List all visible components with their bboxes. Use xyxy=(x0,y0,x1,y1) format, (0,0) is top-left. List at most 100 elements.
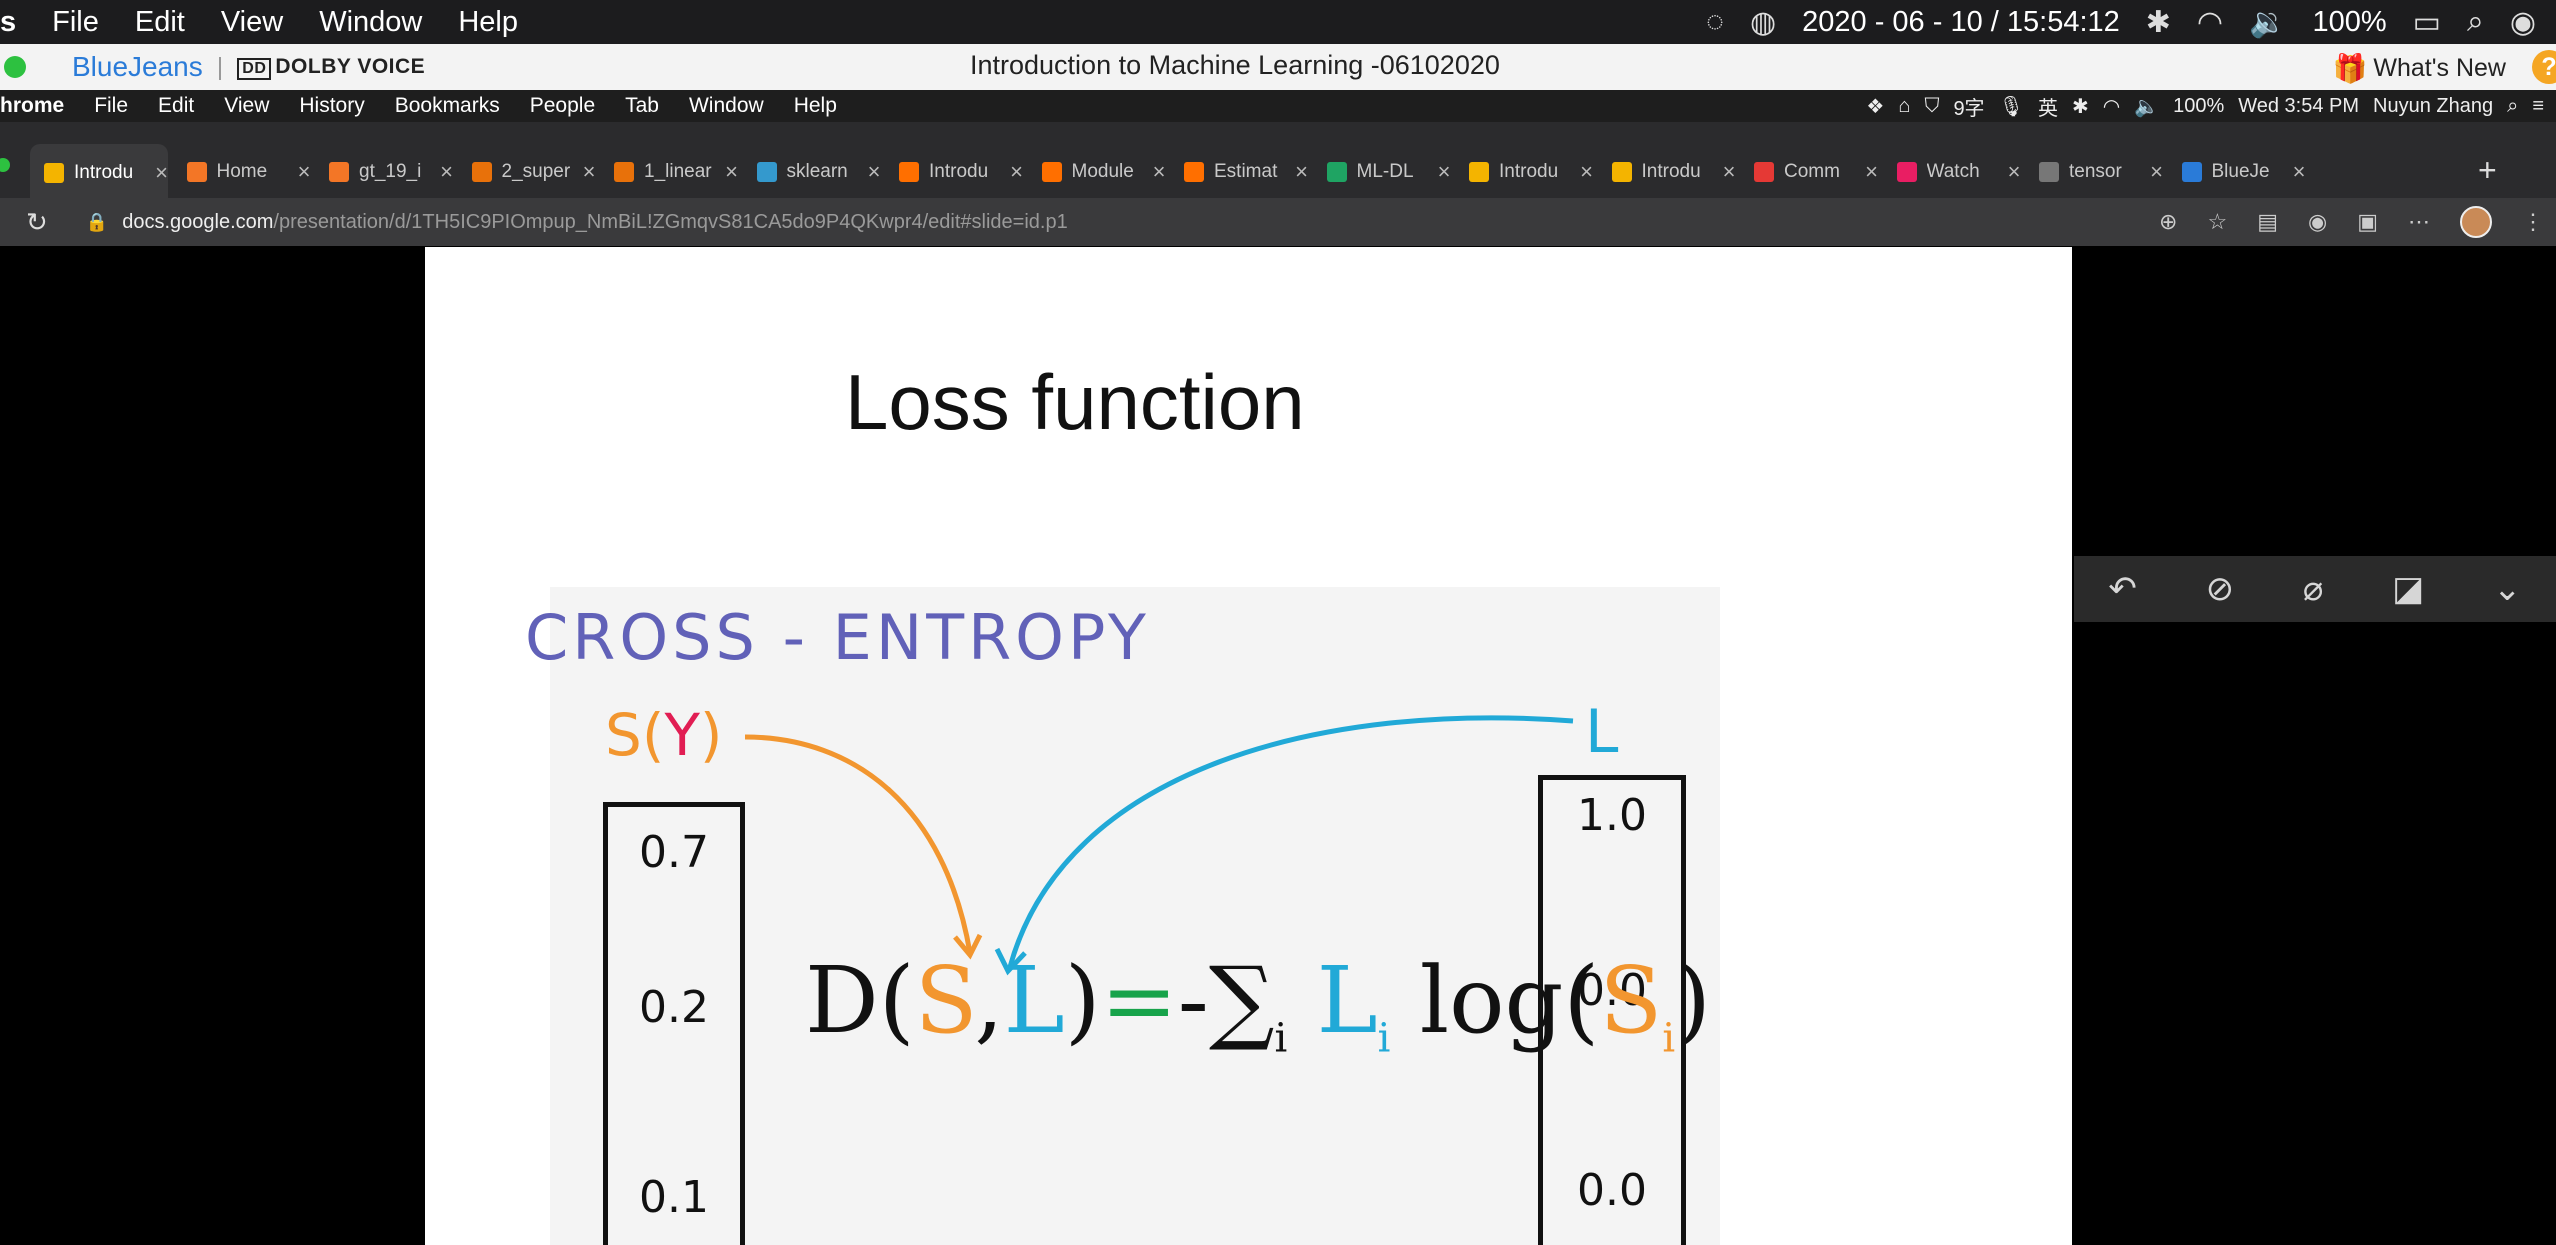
help-icon[interactable]: ? xyxy=(2532,50,2556,84)
tab-close-icon[interactable]: × xyxy=(1010,159,1023,185)
menu-help[interactable]: Help xyxy=(458,6,518,39)
chrome-battery-percent[interactable]: 100% xyxy=(2173,95,2224,118)
whats-new-button[interactable]: 🎁 What's New xyxy=(2333,52,2506,85)
spinner-icon[interactable]: ◌ xyxy=(1706,5,1724,39)
bluetooth-icon[interactable]: ✱ xyxy=(2072,94,2089,119)
chevron-down-icon[interactable]: ⌄ xyxy=(2493,569,2522,609)
browser-tab[interactable]: Module × xyxy=(1028,150,1166,194)
browser-tab[interactable]: Introdu × xyxy=(1455,150,1593,194)
chrome-menu-history[interactable]: History xyxy=(299,94,364,118)
reload-icon[interactable]: ↻ xyxy=(26,207,48,238)
tab-close-icon[interactable]: × xyxy=(1438,159,1451,185)
tab-close-icon[interactable]: × xyxy=(440,159,453,185)
wifi-icon[interactable]: ◠ xyxy=(2103,94,2120,119)
menu-file[interactable]: File xyxy=(52,6,99,39)
more-extensions-icon[interactable]: ⋯ xyxy=(2408,209,2430,235)
whats-new-label: What's New xyxy=(2373,54,2506,82)
menu-window[interactable]: Window xyxy=(319,6,422,39)
chrome-menu-people[interactable]: People xyxy=(530,94,595,118)
tab-close-icon[interactable]: × xyxy=(1723,159,1736,185)
browser-tab[interactable]: Introdu × xyxy=(1598,150,1736,194)
menu-view[interactable]: View xyxy=(221,6,283,39)
tab-favicon-icon xyxy=(1469,162,1489,182)
chrome-menu-edit[interactable]: Edit xyxy=(158,94,194,118)
tab-favicon-icon xyxy=(471,162,492,182)
extension-box-icon[interactable]: ▣ xyxy=(2357,209,2378,235)
shield-icon[interactable]: ⛉ xyxy=(1924,95,1939,118)
browser-tab[interactable]: 2_super × xyxy=(458,150,596,194)
search-icon[interactable]: ⌕ xyxy=(2467,5,2484,39)
tab-close-icon[interactable]: × xyxy=(1580,159,1593,185)
ime-status[interactable]: 9字 xyxy=(1953,92,1984,121)
browser-tab[interactable]: Introdu × xyxy=(885,150,1023,194)
clock[interactable]: Wed 3:54 PM xyxy=(2238,95,2359,118)
dropbox-icon[interactable]: ❖ xyxy=(1866,94,1884,119)
chrome-menu-view[interactable]: View xyxy=(224,94,269,118)
chrome-menu-icon[interactable]: ⋮ xyxy=(2522,209,2544,235)
tab-close-icon[interactable]: × xyxy=(725,159,738,185)
browser-tab[interactable]: BlueJe × xyxy=(2168,150,2306,194)
video-off-icon[interactable]: ⊘ xyxy=(2206,569,2235,609)
tab-close-icon[interactable]: × xyxy=(2008,159,2021,185)
tab-close-icon[interactable]: × xyxy=(583,159,596,185)
volume-icon[interactable]: 🔈 xyxy=(2134,94,2159,119)
volume-icon[interactable]: 🔉 xyxy=(2249,5,2286,40)
bluetooth-icon[interactable]: ✱ xyxy=(2146,5,2171,40)
window-zoom-button[interactable] xyxy=(0,158,10,172)
extension-slides-icon[interactable]: ▤ xyxy=(2257,209,2278,235)
home-icon[interactable]: ⌂ xyxy=(1898,95,1910,118)
presentation-slide: Loss function CROSS - ENTROPY S(Y) L 0.7… xyxy=(425,247,2072,1245)
tab-close-icon[interactable]: × xyxy=(155,160,168,186)
chrome-menu-tab[interactable]: Tab xyxy=(625,94,659,118)
app-menu-name[interactable]: s xyxy=(0,6,16,39)
browser-tab[interactable]: Introdu × xyxy=(30,144,168,202)
tab-close-icon[interactable]: × xyxy=(1153,159,1166,185)
browser-tab[interactable]: Watch × xyxy=(1883,150,2021,194)
input-language[interactable]: 英 xyxy=(2038,92,2058,121)
list-icon[interactable]: ≡ xyxy=(2532,95,2544,118)
browser-tab[interactable]: gt_19_i × xyxy=(315,150,453,194)
tab-label: BlueJe xyxy=(2211,161,2270,182)
new-tab-icon[interactable]: + xyxy=(2478,152,2497,189)
chrome-menu-window[interactable]: Window xyxy=(689,94,764,118)
browser-tab[interactable]: Comm × xyxy=(1740,150,1878,194)
tab-favicon-icon xyxy=(1896,162,1917,182)
mic-off-icon[interactable]: ⌀ xyxy=(2303,569,2323,609)
tab-close-icon[interactable]: × xyxy=(868,159,881,185)
browser-tab[interactable]: tensor × xyxy=(2025,150,2163,194)
extension-record-icon[interactable]: ◉ xyxy=(2308,209,2327,235)
undo-icon[interactable]: ↶ xyxy=(2108,569,2137,609)
window-zoom-button[interactable] xyxy=(4,56,26,78)
chrome-app-menu[interactable]: hrome xyxy=(0,94,64,118)
browser-tab[interactable]: Estimat × xyxy=(1170,150,1308,194)
browser-tab[interactable]: 1_linear × xyxy=(600,150,738,194)
browser-tab[interactable]: Home × xyxy=(173,150,311,194)
tab-close-icon[interactable]: × xyxy=(1295,159,1308,185)
tab-close-icon[interactable]: × xyxy=(298,159,311,185)
spotlight-icon[interactable]: ⌕ xyxy=(2507,95,2518,118)
menu-edit[interactable]: Edit xyxy=(135,6,185,39)
pip-layout-icon[interactable]: ◪ xyxy=(2392,569,2424,609)
bookmark-star-icon[interactable]: ☆ xyxy=(2207,209,2227,235)
chrome-menu-help[interactable]: Help xyxy=(794,94,837,118)
chrome-menu-bookmarks[interactable]: Bookmarks xyxy=(395,94,500,118)
tab-close-icon[interactable]: × xyxy=(1865,159,1878,185)
tab-close-icon[interactable]: × xyxy=(2293,159,2306,185)
profile-avatar[interactable] xyxy=(2460,206,2492,238)
mic-icon[interactable]: 🎙 xyxy=(1999,94,2024,119)
chrome-menu-file[interactable]: File xyxy=(94,94,128,118)
tab-label: Introdu xyxy=(74,162,134,183)
wifi-icon[interactable]: ◠ xyxy=(2197,5,2223,40)
globe-icon[interactable]: ◍ xyxy=(1750,5,1776,40)
browser-tab[interactable]: ML-DL × xyxy=(1313,150,1451,194)
browser-tab[interactable]: sklearn × xyxy=(743,150,881,194)
tab-favicon-icon xyxy=(1754,162,1774,182)
user-name[interactable]: Nuyun Zhang xyxy=(2373,95,2493,118)
url-field[interactable]: docs.google.com/presentation/d/1TH5IC9PI… xyxy=(122,211,1068,234)
battery-percent[interactable]: 100% xyxy=(2312,6,2386,39)
siri-icon[interactable]: ◉ xyxy=(2510,5,2536,40)
vector-cell: 0.0 xyxy=(1577,1165,1647,1216)
zoom-icon[interactable]: ⊕ xyxy=(2159,209,2177,235)
battery-icon[interactable]: ▭ xyxy=(2413,5,2441,40)
tab-close-icon[interactable]: × xyxy=(2150,159,2163,185)
